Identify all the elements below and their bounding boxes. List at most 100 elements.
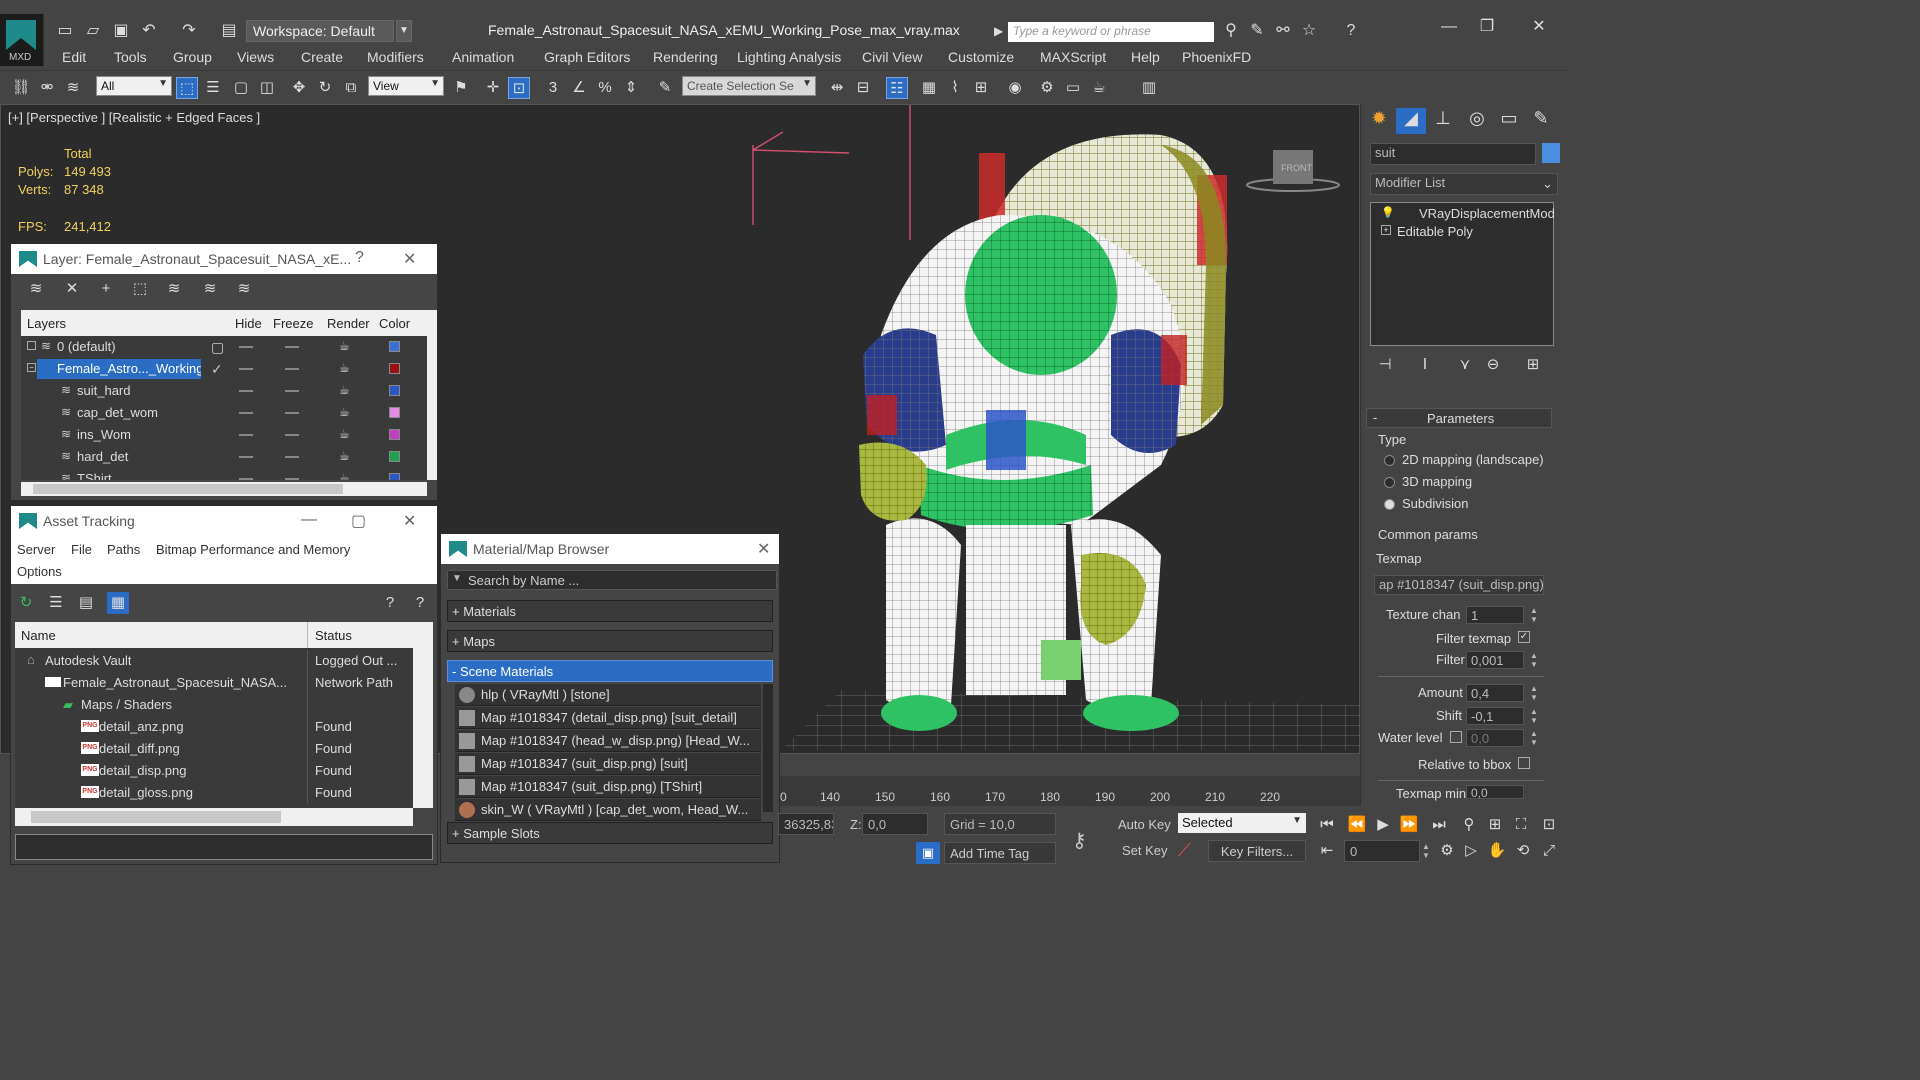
play-icon[interactable]: ▶ [1372,814,1394,836]
highlight-layer-icon[interactable]: ≋ [163,278,185,300]
col-status[interactable]: Status [315,628,352,643]
select-by-name-icon[interactable]: ☰ [202,77,224,99]
zoom-extents-all-icon[interactable]: ⊡ [1538,814,1560,836]
set-key-icon[interactable]: ⟋ [1178,840,1191,861]
menu-customize[interactable]: Customize [948,49,1014,65]
app-logo[interactable]: MXD [0,14,44,66]
show-end-result-icon[interactable]: Ⅰ [1414,354,1436,376]
col-hide[interactable]: Hide [235,316,262,331]
viewport-label[interactable]: [+] [Perspective ] [Realistic + Edged Fa… [8,110,260,125]
layer-color-swatch[interactable] [389,363,400,374]
keyboard-shortcut-icon[interactable]: ⊡ [508,77,530,99]
layer-explorer-icon[interactable]: ☷ [886,77,908,99]
spinner-icon[interactable]: ▲ ▼ [1530,651,1540,669]
make-unique-icon[interactable]: ⋎ [1454,354,1476,376]
menu-animation[interactable]: Animation [452,49,514,65]
layer-name[interactable]: cap_det_wom [57,403,158,423]
group-sample-slots[interactable]: + Sample Slots [447,822,773,844]
minimize-icon[interactable]: — [1438,16,1460,38]
material-search-input[interactable]: ▼ Search by Name ... [447,570,777,590]
hide-toggle[interactable] [239,412,253,414]
schematic-view-icon[interactable]: ⊞ [970,77,992,99]
previous-frame-icon[interactable]: ⏪ [1346,814,1368,836]
hide-toggle[interactable] [239,390,253,392]
layer-row[interactable]: ≋ suit_hard ☕ [21,380,427,402]
maximize-viewport-icon[interactable]: ⤢ [1538,840,1560,862]
asset-row[interactable]: PNG detail_disp.png Found [15,760,413,782]
menu-phoenixfd[interactable]: PhoenixFD [1182,49,1251,65]
save-icon[interactable]: ▣ [110,20,132,42]
layer-row[interactable]: ≋ 0 (default) ▢ ☕ [21,336,427,358]
spinner-icon[interactable]: ▲ ▼ [1422,842,1432,860]
set-key-button[interactable]: Set Key [1122,843,1168,858]
hide-toggle[interactable] [239,478,253,480]
render-frame-icon[interactable]: ▭ [1062,77,1084,99]
layer-vscroll[interactable] [427,310,437,480]
render-teapot-icon[interactable]: ☕ [339,449,350,463]
scene-material-item[interactable]: skin_W ( VRayMtl ) [cap_det_wom, Head_W.… [455,799,761,821]
remove-modifier-icon[interactable]: ⊖ [1482,354,1504,376]
render-teapot-icon[interactable]: ☕ [339,383,350,397]
modify-tab-icon[interactable]: ◢ [1396,108,1426,134]
asset-row[interactable]: ▰ Maps / Shaders [15,694,413,716]
layer-name[interactable]: 0 (default) [37,337,116,357]
hierarchy-tab-icon[interactable]: ⊥ [1428,108,1458,134]
menu-edit[interactable]: Edit [62,49,86,65]
group-materials[interactable]: + Materials [447,600,773,622]
layer-color-swatch[interactable] [389,385,400,396]
connect-icon[interactable]: ⚯ [1272,20,1294,42]
go-to-start-icon[interactable]: ⏮ [1316,814,1338,836]
col-freeze[interactable]: Freeze [273,316,313,331]
material-vscroll[interactable] [763,684,773,812]
layer-color-swatch[interactable] [389,429,400,440]
redo-icon[interactable]: ↷ [178,20,200,42]
help-icon[interactable]: ? [355,249,364,267]
project-folder-icon[interactable]: ▤ [218,20,240,42]
tools-icon[interactable]: ✎ [1246,20,1268,42]
layer-color-swatch[interactable] [389,407,400,418]
stack-item-vraydisplacement[interactable]: VRayDisplacementMod [1419,206,1555,221]
asset-menu-file[interactable]: File [71,542,92,557]
open-file-icon[interactable]: ▱ [82,20,104,42]
col-render[interactable]: Render [327,316,370,331]
col-name[interactable]: Name [21,628,56,643]
col-layers[interactable]: Layers [27,316,66,331]
rect-selection-icon[interactable]: ▢ [230,77,252,99]
keyword-search-input[interactable]: Type a keyword or phrase [1008,22,1214,42]
configure-sets-icon[interactable]: ⊞ [1522,354,1544,376]
layer-color-swatch[interactable] [389,451,400,462]
window-crossing-icon[interactable]: ◫ [256,77,278,99]
refresh-icon[interactable]: ↻ [15,592,37,614]
field-of-view-icon[interactable]: ▷ [1460,840,1482,862]
asset-row[interactable]: PNG detail_gloss.png Found [15,782,413,804]
bind-spacewarp-icon[interactable]: ≋ [62,77,84,99]
menu-lighting-analysis[interactable]: Lighting Analysis [737,49,841,65]
menu-graph-editors[interactable]: Graph Editors [544,49,630,65]
menu-civil-view[interactable]: Civil View [862,49,922,65]
object-name-field[interactable]: suit [1370,143,1536,165]
pan-icon[interactable]: ✋ [1486,840,1508,862]
asset-help-icon[interactable]: ? [409,592,431,614]
relative-bbox-checkbox[interactable] [1518,757,1530,769]
key-filters-button[interactable]: Key Filters... [1208,840,1306,862]
menu-views[interactable]: Views [237,49,274,65]
render-teapot-icon[interactable]: ☕ [339,471,350,480]
asset-menu-server[interactable]: Server [17,542,55,557]
group-scene-materials[interactable]: - Scene Materials [447,660,773,682]
pin-stack-icon[interactable]: ⊣ [1374,354,1396,376]
spinner-snap-icon[interactable]: ⇕ [620,77,642,99]
zoom-extents-icon[interactable]: ⛶ [1510,814,1532,836]
hide-toggle[interactable] [239,346,253,348]
menu-maxscript[interactable]: MAXScript [1040,49,1106,65]
scene-material-item[interactable]: Map #1018347 (detail_disp.png) [suit_det… [455,707,761,729]
add-time-tag-button[interactable]: Add Time Tag [944,842,1056,864]
pivot-icon[interactable]: ✛ [482,77,504,99]
hide-toggle[interactable] [239,368,253,370]
close-icon[interactable]: ✕ [403,511,416,531]
current-frame-field[interactable]: 0 [1344,840,1420,862]
layer-row[interactable]: ≋ TShirt ☕ [21,468,427,480]
layer-name[interactable]: hard_det [57,447,128,467]
menu-help[interactable]: Help [1131,49,1160,65]
group-maps[interactable]: + Maps [447,630,773,652]
close-icon[interactable]: ✕ [1528,16,1550,38]
